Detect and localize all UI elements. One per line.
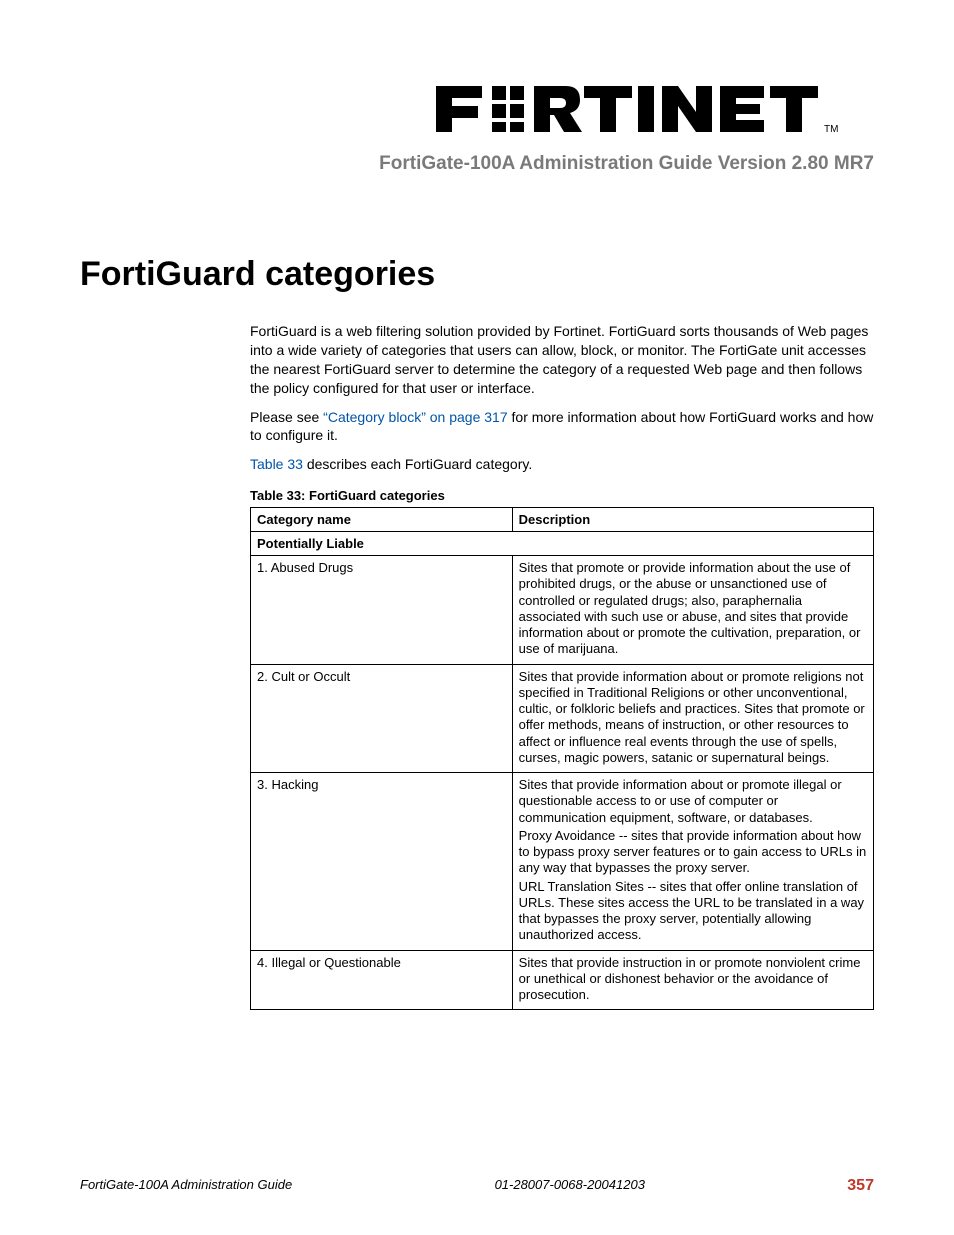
desc-text: Sites that provide information about or … — [519, 777, 867, 826]
categories-table: Category name Description Potentially Li… — [250, 507, 874, 1010]
fortinet-logo-icon: TM — [434, 80, 874, 138]
desc-text: Sites that provide information about or … — [519, 669, 867, 767]
intro-paragraph: FortiGuard is a web filtering solution p… — [250, 322, 874, 398]
svg-text:TM: TM — [824, 124, 838, 135]
page-title: FortiGuard categories — [80, 255, 874, 294]
category-desc-cell: Sites that provide information about or … — [512, 773, 873, 951]
category-name-cell: 2. Cult or Occult — [251, 664, 513, 773]
table-header-category: Category name — [251, 508, 513, 532]
footer-left: FortiGate-100A Administration Guide — [80, 1177, 292, 1195]
table-row: 4. Illegal or Questionable Sites that pr… — [251, 950, 874, 1010]
table-header-description: Description — [512, 508, 873, 532]
see-prefix: Please see — [250, 409, 323, 425]
table-row: 1. Abused Drugs Sites that promote or pr… — [251, 556, 874, 665]
table-section-row: Potentially Liable — [251, 532, 874, 556]
desc-text: URL Translation Sites -- sites that offe… — [519, 879, 867, 944]
category-block-link[interactable]: “Category block” on page 317 — [323, 409, 507, 425]
brand-logo: TM — [80, 80, 874, 143]
footer-page-number: 357 — [847, 1177, 874, 1195]
desc-text: Sites that promote or provide informatio… — [519, 560, 867, 658]
category-name-cell: 3. Hacking — [251, 773, 513, 951]
desc-text: Proxy Avoidance -- sites that provide in… — [519, 828, 867, 877]
category-name-cell: 1. Abused Drugs — [251, 556, 513, 665]
see-also-paragraph: Please see “Category block” on page 317 … — [250, 408, 874, 446]
table-33-link[interactable]: Table 33 — [250, 456, 303, 472]
category-desc-cell: Sites that promote or provide informatio… — [512, 556, 873, 665]
footer-center: 01-28007-0068-20041203 — [495, 1177, 645, 1195]
table-row: 2. Cult or Occult Sites that provide inf… — [251, 664, 874, 773]
table-caption: Table 33: FortiGuard categories — [250, 488, 874, 503]
document-title: FortiGate-100A Administration Guide Vers… — [80, 153, 874, 175]
table-reference-paragraph: Table 33 describes each FortiGuard categ… — [250, 455, 874, 474]
page-footer: FortiGate-100A Administration Guide 01-2… — [80, 1177, 874, 1195]
desc-text: Sites that provide instruction in or pro… — [519, 955, 867, 1004]
table-section-label: Potentially Liable — [251, 532, 874, 556]
category-desc-cell: Sites that provide instruction in or pro… — [512, 950, 873, 1010]
category-name-cell: 4. Illegal or Questionable — [251, 950, 513, 1010]
category-desc-cell: Sites that provide information about or … — [512, 664, 873, 773]
table-ref-suffix: describes each FortiGuard category. — [303, 456, 532, 472]
table-row: 3. Hacking Sites that provide informatio… — [251, 773, 874, 951]
